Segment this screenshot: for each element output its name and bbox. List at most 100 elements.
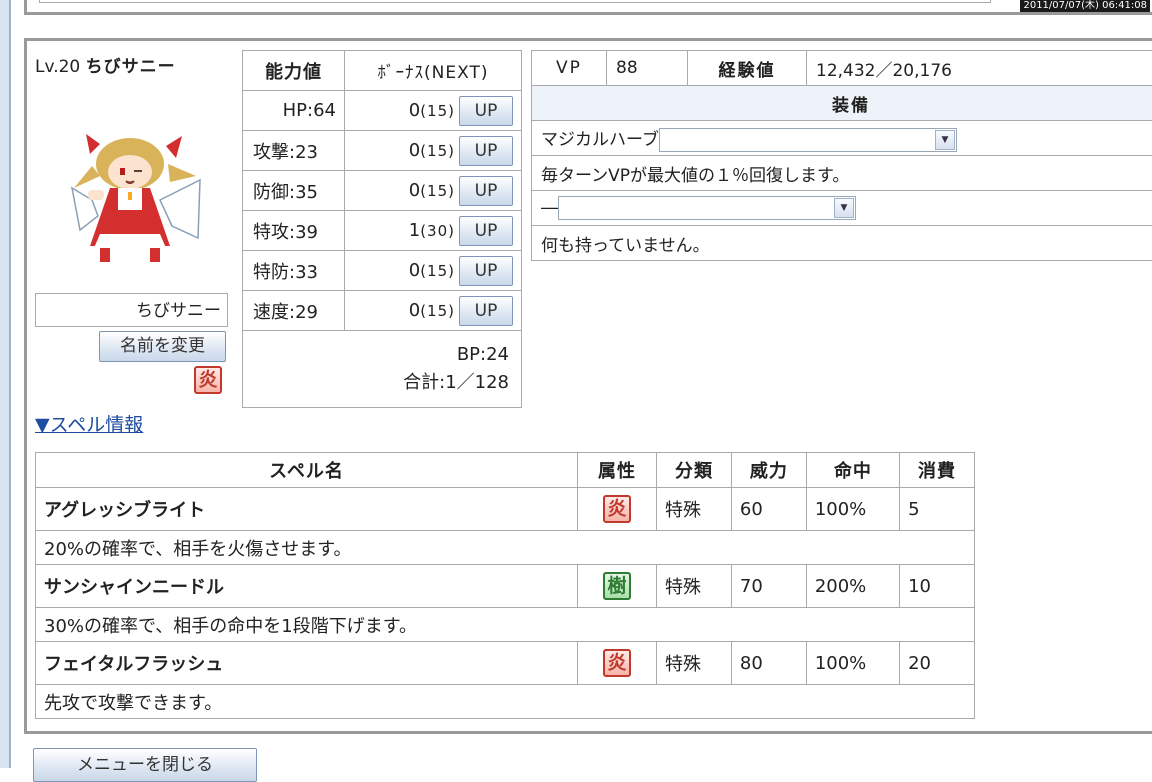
equip-slot-2-label: ― — [541, 198, 558, 218]
fire-attribute-icon: 炎 — [194, 366, 222, 394]
exp-label: 経験値 — [688, 51, 807, 86]
equipment-header: 装備 — [532, 86, 1152, 121]
spell-row: サンシャインニードル 樹 特殊 70 200% 10 — [36, 565, 975, 608]
stat-bonus-cell: 0(15)UP — [345, 91, 522, 131]
stat-bonus-cell: 1(30)UP — [345, 211, 522, 251]
attack-up-button[interactable]: UP — [459, 136, 513, 166]
stat-row-speed: 速度:29 0(15)UP — [243, 291, 522, 331]
stat-label: 特防:33 — [243, 251, 345, 291]
spell-header-row: スペル名 属性 分類 威力 命中 消費 — [36, 453, 975, 488]
level-label: Lv.20 — [35, 57, 80, 77]
spell-desc: 20%の確率で、相手を火傷させます。 — [36, 531, 975, 565]
equip-slot-2-row: ―▼ — [532, 191, 1152, 226]
spell-header-acc: 命中 — [806, 453, 899, 488]
equip-slot-2-select[interactable]: ▼ — [558, 196, 856, 220]
stat-row-sp-attack: 特攻:39 1(30)UP — [243, 211, 522, 251]
stat-label: 防御:35 — [243, 171, 345, 211]
spell-cost: 5 — [900, 488, 975, 531]
spell-desc-row: 20%の確率で、相手を火傷させます。 — [36, 531, 975, 565]
stats-header-stat: 能力値 — [243, 51, 345, 91]
character-sprite — [70, 130, 204, 268]
stat-row-attack: 攻撃:23 0(15)UP — [243, 131, 522, 171]
equip-slot-1-label: マジカルハーブ — [541, 130, 659, 150]
tree-attribute-icon: 樹 — [603, 572, 631, 600]
stat-bonus: 0 — [409, 300, 420, 321]
spell-table: スペル名 属性 分類 威力 命中 消費 アグレッシブライト 炎 特殊 60 10… — [35, 452, 975, 719]
stat-bonus: 0 — [409, 260, 420, 281]
exp-value: 12,432／20,176 — [807, 51, 1152, 86]
character-name: ちびサニー — [86, 57, 176, 77]
stat-bonus: 1 — [409, 220, 420, 241]
sp-defense-up-button[interactable]: UP — [459, 256, 513, 286]
close-menu-button[interactable]: メニューを閉じる — [33, 748, 257, 782]
spell-attr: 樹 — [578, 565, 657, 608]
timestamp: 2011/07/07(木) 06:41:08 — [1020, 0, 1150, 12]
previous-panel — [24, 0, 1152, 15]
spell-cost: 10 — [900, 565, 975, 608]
spell-header-name: スペル名 — [36, 453, 578, 488]
equip-slot-1-select[interactable]: ▼ — [659, 128, 957, 152]
spell-name: サンシャインニードル — [36, 565, 578, 608]
spell-power: 60 — [731, 488, 806, 531]
stats-header-row: 能力値 ﾎﾞｰﾅｽ(NEXT) — [243, 51, 522, 91]
spell-acc: 200% — [806, 565, 899, 608]
equip-slot-2-desc: 何も持っていません。 — [532, 226, 1152, 261]
stat-next: (15) — [420, 262, 455, 280]
spell-header-cat: 分類 — [657, 453, 732, 488]
spell-desc: 30%の確率で、相手の命中を1段階下げます。 — [36, 608, 975, 642]
sp-attack-up-button[interactable]: UP — [459, 216, 513, 246]
spell-info-link[interactable]: ▼スペル情報 — [35, 410, 143, 437]
spell-cat: 特殊 — [657, 565, 732, 608]
spell-attr: 炎 — [578, 642, 657, 685]
spell-cat: 特殊 — [657, 488, 732, 531]
stat-next: (15) — [420, 142, 455, 160]
stat-label: 特攻:39 — [243, 211, 345, 251]
stat-label: 速度:29 — [243, 291, 345, 331]
bonus-total: 合計:1／128 — [243, 369, 509, 397]
fire-attribute-icon: 炎 — [603, 495, 631, 523]
equip-slot-2-desc-row: 何も持っていません。 — [532, 226, 1152, 261]
stat-bonus-cell: 0(15)UP — [345, 131, 522, 171]
vp-value: 88 — [607, 51, 688, 86]
stat-next: (30) — [420, 222, 455, 240]
stats-summary-row: BP:24 合計:1／128 — [243, 331, 522, 408]
spell-desc-row: 30%の確率で、相手の命中を1段階下げます。 — [36, 608, 975, 642]
stat-bonus: 0 — [409, 100, 420, 121]
spell-power: 70 — [731, 565, 806, 608]
equip-slot-2: ―▼ — [532, 191, 1152, 226]
equip-slot-1-desc: 毎ターンVPが最大値の１％回復します。 — [532, 156, 1152, 191]
speed-up-button[interactable]: UP — [459, 296, 513, 326]
fire-attribute-icon: 炎 — [603, 649, 631, 677]
left-rail — [0, 0, 11, 768]
spell-row: アグレッシブライト 炎 特殊 60 100% 5 — [36, 488, 975, 531]
spell-header-cost: 消費 — [900, 453, 975, 488]
stat-next: (15) — [420, 182, 455, 200]
spell-acc: 100% — [806, 488, 899, 531]
spell-desc: 先攻で攻撃できます。 — [36, 685, 975, 719]
equip-slot-1: マジカルハーブ▼ — [532, 121, 1152, 156]
spell-name: フェイタルフラッシュ — [36, 642, 578, 685]
spell-name: アグレッシブライト — [36, 488, 578, 531]
equip-header-row: 装備 — [532, 86, 1152, 121]
spell-header-power: 威力 — [731, 453, 806, 488]
equipment-table: VP 88 経験値 12,432／20,176 装備 マジカルハーブ▼ 毎ターン… — [531, 50, 1152, 261]
spell-header-attr: 属性 — [578, 453, 657, 488]
stat-row-sp-defense: 特防:33 0(15)UP — [243, 251, 522, 291]
chevron-down-icon: ▼ — [834, 198, 854, 218]
defense-up-button[interactable]: UP — [459, 176, 513, 206]
spell-power: 80 — [731, 642, 806, 685]
stat-next: (15) — [420, 302, 455, 320]
rename-button[interactable]: 名前を変更 — [99, 331, 226, 362]
spell-desc-row: 先攻で攻撃できます。 — [36, 685, 975, 719]
name-field[interactable]: ちびサニー — [35, 293, 228, 327]
stat-bonus-cell: 0(15)UP — [345, 291, 522, 331]
equip-slot-1-desc-row: 毎ターンVPが最大値の１％回復します。 — [532, 156, 1152, 191]
stat-label: 攻撃:23 — [243, 131, 345, 171]
hp-up-button[interactable]: UP — [459, 96, 513, 126]
spell-acc: 100% — [806, 642, 899, 685]
stat-row-hp: HP:64 0(15)UP — [243, 91, 522, 131]
previous-panel-inner — [39, 0, 991, 3]
stats-summary: BP:24 合計:1／128 — [243, 331, 522, 408]
equip-slot-1-row: マジカルハーブ▼ — [532, 121, 1152, 156]
character-heading: Lv.20 ちびサニー — [35, 52, 176, 77]
